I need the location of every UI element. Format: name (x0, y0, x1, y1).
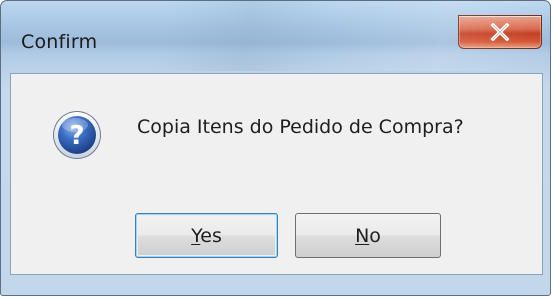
svg-text:?: ? (69, 121, 84, 151)
yes-button-label: Yes (191, 224, 222, 247)
close-button[interactable] (458, 15, 542, 49)
confirm-dialog-window: Confirm ? Copia Itens do Pedido de Compr… (0, 0, 551, 296)
dialog-message: Copia Itens do Pedido de Compra? (137, 116, 464, 138)
close-icon (490, 23, 510, 41)
no-button-label: No (355, 224, 381, 247)
no-button[interactable]: No (295, 213, 441, 258)
window-title: Confirm (21, 31, 98, 53)
window-bottom-frame (1, 275, 550, 295)
title-bar[interactable]: Confirm (1, 1, 550, 73)
question-icon: ? (51, 109, 103, 161)
dialog-body: ? Copia Itens do Pedido de Compra? Yes N… (10, 73, 543, 275)
yes-button[interactable]: Yes (135, 213, 278, 258)
